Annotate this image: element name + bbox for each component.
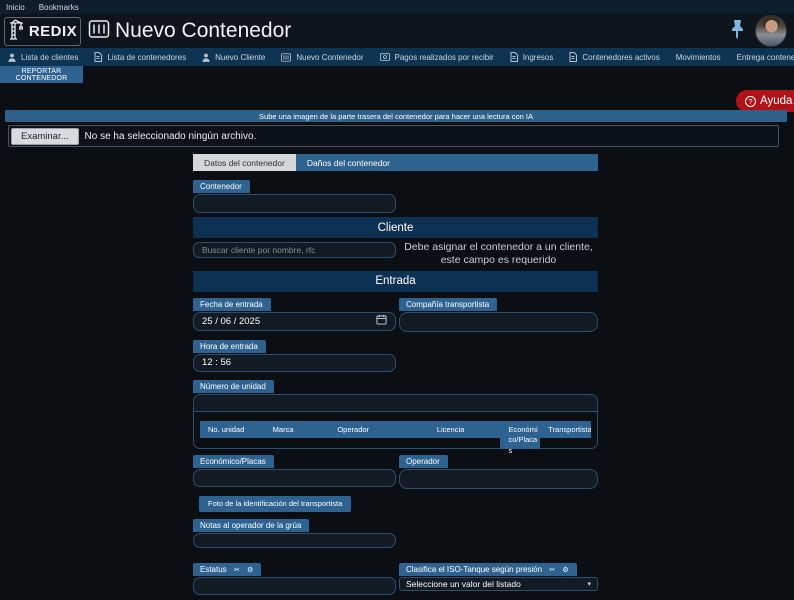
- col-licencia: Licencia: [429, 421, 501, 438]
- nav-label: Lista de clientes: [21, 53, 78, 62]
- col-marca: Marca: [265, 421, 330, 438]
- reportar-contenedor-button[interactable]: REPORTAR CONTENEDOR: [0, 66, 83, 83]
- cliente-section-header: Cliente: [193, 217, 598, 238]
- nav-label: Lista de contenedores: [107, 53, 186, 62]
- col-operador: Operador: [329, 421, 428, 438]
- iso-tanque-label: Clasifica el ISO-Tanque según presión ✂ …: [399, 563, 577, 576]
- page-title: Nuevo Contenedor: [115, 19, 291, 43]
- fecha-entrada-value: 25 / 06 / 2025: [202, 316, 260, 327]
- estatus-label-text: Estatus: [200, 565, 227, 574]
- pin-icon[interactable]: [730, 19, 745, 44]
- contenedor-input[interactable]: [193, 194, 396, 213]
- unidades-table-header: No. unidad Marca Operador Licencia Econó…: [200, 421, 591, 449]
- cliente-required-note: Debe asignar el contenedor a un cliente,…: [399, 240, 598, 267]
- nav-pagos-realizados[interactable]: Pagos realizados por recibir: [380, 53, 494, 62]
- crane-icon: [8, 18, 25, 45]
- entrada-section-header: Entrada: [193, 271, 598, 292]
- fecha-entrada-input[interactable]: 25 / 06 / 2025: [193, 312, 396, 331]
- hora-entrada-input[interactable]: 12 : 56: [193, 354, 396, 372]
- col-economico-placas: Económico/Placas: [500, 421, 540, 449]
- file-upload-field: Examinar... No se ha seleccionado ningún…: [8, 125, 779, 147]
- estatus-label: Estatus ✂ ⚙: [193, 563, 261, 576]
- menu-bar: Inicio Bookmarks: [0, 0, 794, 14]
- user-avatar[interactable]: [755, 15, 787, 47]
- estatus-input[interactable]: [193, 577, 396, 595]
- ayuda-label: Ayuda: [760, 95, 792, 107]
- notas-operador-label: Notas al operador de la grúa: [193, 519, 309, 532]
- no-file-text: No se ha seleccionado ningún archivo.: [85, 131, 257, 142]
- menu-bookmarks[interactable]: Bookmarks: [39, 3, 79, 12]
- container-icon: [281, 53, 291, 62]
- iso-tanque-select[interactable]: Seleccione un valor del listado ▾: [399, 577, 598, 591]
- document-icon: [569, 52, 577, 62]
- nav-bar: Lista de clientes Lista de contenedores …: [0, 48, 794, 66]
- nav-label: Entrega contenedores: [737, 53, 794, 62]
- help-icon: ?: [745, 96, 756, 107]
- scissors-icon[interactable]: ✂: [549, 567, 555, 574]
- app-header: REDIX Nuevo Contenedor: [0, 14, 794, 48]
- nav-label: Nuevo Contenedor: [296, 53, 363, 62]
- notas-operador-input[interactable]: [193, 533, 396, 548]
- col-transportista: Transportista: [540, 421, 591, 438]
- compania-transportista-input[interactable]: [399, 312, 598, 332]
- logo-text: REDIX: [29, 23, 77, 40]
- container-icon: [88, 18, 110, 45]
- buscar-cliente-input[interactable]: [193, 242, 396, 258]
- nav-label: Ingresos: [523, 53, 554, 62]
- nav-label: Movimientos: [676, 53, 721, 62]
- hora-entrada-label: Hora de entrada: [193, 340, 266, 353]
- redix-logo[interactable]: REDIX: [4, 17, 81, 46]
- tab-datos-del-contenedor[interactable]: Datos del contenedor: [193, 154, 296, 171]
- economico-placas-input[interactable]: [193, 469, 396, 487]
- nav-ingresos[interactable]: Ingresos: [510, 52, 554, 62]
- nav-lista-de-contenedores[interactable]: Lista de contenedores: [94, 52, 186, 62]
- person-icon: [8, 53, 16, 62]
- tab-danos-del-contenedor[interactable]: Daños del contenedor: [296, 154, 401, 171]
- examinar-button[interactable]: Examinar...: [11, 128, 79, 145]
- calendar-icon: [376, 314, 387, 328]
- contenedor-label: Contenedor: [193, 180, 250, 193]
- chevron-down-icon: ▾: [587, 580, 591, 588]
- iso-tanque-select-value: Seleccione un valor del listado: [406, 579, 521, 589]
- gear-icon[interactable]: ⚙: [562, 567, 568, 574]
- unidades-table: No. unidad Marca Operador Licencia Econó…: [193, 394, 598, 449]
- nav-contenedores-activos[interactable]: Contenedores activos: [569, 52, 659, 62]
- nav-nuevo-contenedor[interactable]: Nuevo Contenedor: [281, 53, 363, 62]
- nav-label: Nuevo Cliente: [215, 53, 265, 62]
- person-icon: [202, 53, 210, 62]
- operador-input[interactable]: [399, 469, 598, 489]
- compania-transportista-label: Compañía transportista: [399, 298, 497, 311]
- menu-inicio[interactable]: Inicio: [6, 3, 25, 12]
- document-icon: [94, 52, 102, 62]
- scissors-icon[interactable]: ✂: [234, 567, 240, 574]
- nav-lista-de-clientes[interactable]: Lista de clientes: [8, 53, 78, 62]
- col-no-unidad: No. unidad: [200, 421, 265, 438]
- iso-tanque-label-text: Clasifica el ISO-Tanque según presión: [406, 565, 542, 574]
- nav-entrega-contenedores[interactable]: Entrega contenedores: [737, 53, 794, 62]
- form-column: Datos del contenedor Daños del contenedo…: [193, 154, 598, 600]
- tab-bar: Datos del contenedor Daños del contenedo…: [193, 154, 598, 171]
- nav-label: Contenedores activos: [582, 53, 659, 62]
- upload-banner: Sube una imagen de la parte trasera del …: [5, 110, 787, 122]
- operador-label: Operador: [399, 455, 448, 468]
- nav-nuevo-cliente[interactable]: Nuevo Cliente: [202, 53, 265, 62]
- header-right: [730, 15, 794, 47]
- cash-icon: [380, 53, 390, 61]
- ayuda-button[interactable]: ? Ayuda: [736, 90, 794, 112]
- numero-unidad-input[interactable]: [194, 395, 597, 412]
- fecha-entrada-label: Fecha de entrada: [193, 298, 271, 311]
- economico-placas-label: Económico/Placas: [193, 455, 274, 468]
- foto-identificacion-button[interactable]: Foto de la identificación del transporti…: [199, 496, 351, 512]
- nav-movimientos[interactable]: Movimientos: [676, 53, 721, 62]
- document-icon: [510, 52, 518, 62]
- numero-unidad-label: Número de unidad: [193, 380, 274, 393]
- app-window: Inicio Bookmarks REDIX Nuevo Contenedor: [0, 0, 794, 600]
- hora-entrada-value: 12 : 56: [202, 357, 231, 368]
- nav-label: Pagos realizados por recibir: [395, 53, 494, 62]
- gear-icon[interactable]: ⚙: [247, 567, 253, 574]
